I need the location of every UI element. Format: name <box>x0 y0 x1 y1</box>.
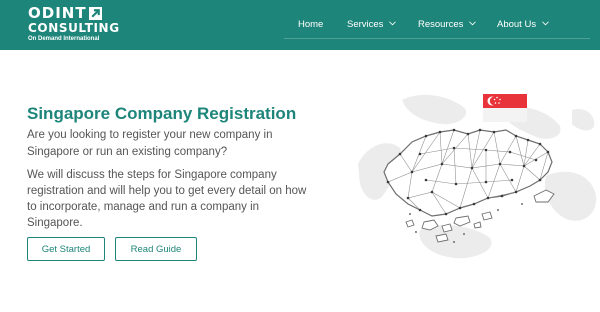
singapore-flag-icon <box>483 94 527 122</box>
brand-name-bottom: CONSULTING <box>28 21 120 35</box>
brand-logo[interactable]: ODINT CONSULTING On Demand International <box>28 6 120 43</box>
chevron-down-icon <box>469 21 476 26</box>
read-guide-button[interactable]: Read Guide <box>115 237 197 261</box>
page-title: Singapore Company Registration <box>27 104 297 123</box>
nav-item-label: About Us <box>497 19 537 30</box>
map-graphic <box>358 94 597 259</box>
singapore-map-illustration <box>350 80 600 270</box>
nav-item-resources[interactable]: Resources <box>418 19 476 30</box>
arrow-up-right-icon <box>88 7 102 20</box>
nav-item-services[interactable]: Services <box>347 19 396 30</box>
hero-lead-text: Are you looking to register your new com… <box>27 129 273 158</box>
chevron-down-icon <box>389 21 396 26</box>
nav-item-home[interactable]: Home <box>298 19 323 30</box>
nav-item-label: Home <box>298 19 324 30</box>
nav-item-about-us[interactable]: About Us <box>497 19 549 30</box>
site-header: ODINT CONSULTING On Demand International… <box>0 0 600 50</box>
nav-item-label: Resources <box>418 19 464 30</box>
logo-wordmark-top: ODINT <box>28 6 120 21</box>
chevron-down-icon <box>541 21 549 26</box>
main-nav: Home Services Resources About Us <box>284 10 590 39</box>
nav-item-label: Services <box>347 19 384 30</box>
get-started-button[interactable]: Get Started <box>27 237 105 261</box>
hero-body-text: We will discuss the steps for Singapore … <box>27 169 307 229</box>
brand-tagline: On Demand International <box>28 36 100 42</box>
brand-name-top: ODINT <box>28 4 87 22</box>
